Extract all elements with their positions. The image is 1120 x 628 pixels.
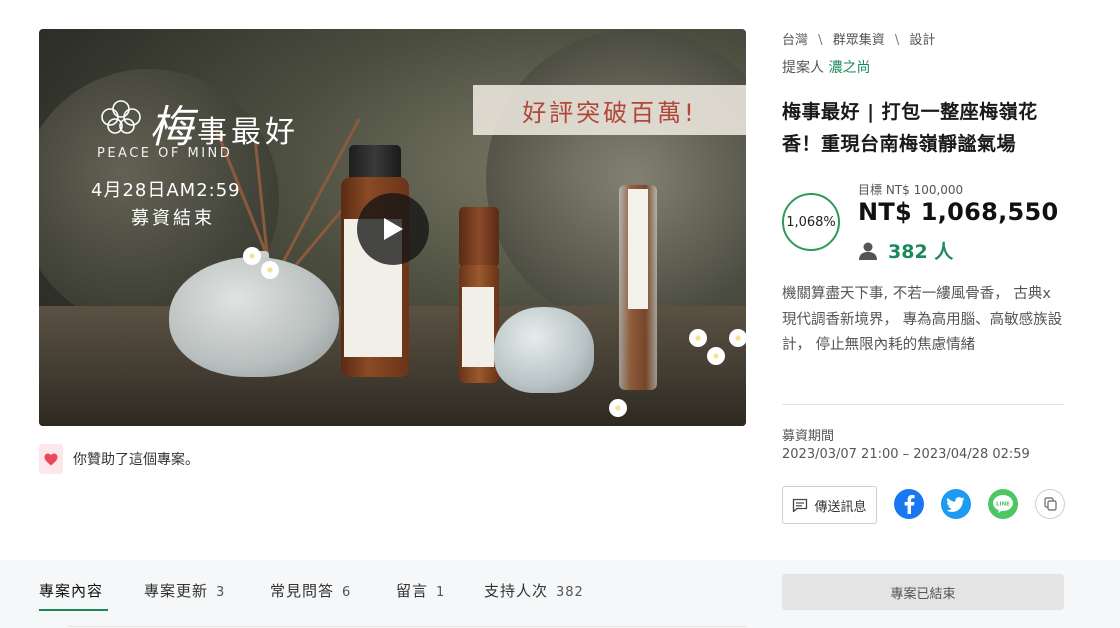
- tab-count: 1: [436, 585, 446, 600]
- plum-flower: [729, 329, 746, 347]
- project-video[interactable]: 梅事最好 PEACE OF MIND 4月28日AM2:59 募資結束 好評突破…: [39, 29, 746, 426]
- plum-flower: [609, 399, 627, 417]
- tab-project-updates[interactable]: 專案更新 3: [144, 580, 225, 601]
- progress-percent: 1,068%: [786, 214, 836, 230]
- backer-count-text: 382 人: [888, 241, 954, 263]
- funding-amount: NT$ 1,068,550: [858, 198, 1059, 226]
- backer-count: 382 人: [858, 237, 953, 264]
- message-icon: [793, 498, 808, 512]
- supported-text: 你贊助了這個專案。: [73, 452, 199, 468]
- funding-period-value: 2023/03/07 21:00 – 2023/04/28 02:59: [782, 447, 1030, 462]
- bottle-label: [462, 287, 494, 367]
- plum-flower: [243, 247, 261, 265]
- hero-end-date: 4月28日AM2:59: [91, 180, 241, 201]
- breadcrumb-item-country[interactable]: 台灣: [782, 33, 808, 48]
- tab-label: 專案內容: [39, 582, 104, 600]
- play-icon: [384, 218, 403, 240]
- breadcrumb-item-type[interactable]: 群眾集資: [833, 33, 885, 48]
- hero-banner: 好評突破百萬!: [473, 85, 746, 135]
- project-ended-button[interactable]: 專案已結束: [782, 574, 1064, 610]
- twitter-icon: [947, 496, 965, 512]
- plum-blossom-logo: [101, 100, 141, 134]
- tab-label: 支持人次: [484, 582, 549, 600]
- funding-goal: 目標 NT$ 100,000: [858, 183, 964, 197]
- proposer: 提案人 濃之尚: [782, 57, 870, 77]
- supported-notice: 你贊助了這個專案。: [39, 444, 199, 474]
- facebook-share-button[interactable]: [894, 489, 924, 519]
- content-divider: [68, 626, 746, 627]
- tube-label: [628, 189, 648, 309]
- funding-period-label: 募資期間: [782, 429, 835, 444]
- plum-flower: [261, 261, 279, 279]
- breadcrumb-item-category[interactable]: 設計: [909, 33, 935, 48]
- tab-count: 3: [216, 585, 226, 600]
- person-icon: [859, 242, 877, 260]
- tab-count: 6: [342, 585, 352, 600]
- hero-end-text: 募資結束: [131, 208, 215, 229]
- ceramic-jar: [494, 307, 594, 393]
- proposer-name-link[interactable]: 濃之尚: [828, 60, 870, 76]
- divider: [782, 404, 1064, 405]
- hero-subtitle: PEACE OF MIND: [97, 146, 233, 161]
- plum-flower: [707, 347, 725, 365]
- tab-backers[interactable]: 支持人次 382: [484, 580, 584, 601]
- line-icon: LINE: [993, 495, 1013, 513]
- facebook-icon: [904, 495, 915, 514]
- copy-icon: [1043, 497, 1057, 511]
- diffuser-vase: [169, 257, 339, 377]
- background-rock: [486, 29, 746, 329]
- tab-label: 留言: [396, 582, 429, 600]
- heart-badge: [39, 444, 63, 474]
- tab-label: 專案更新: [144, 582, 209, 600]
- breadcrumb-separator: \: [894, 33, 900, 48]
- tab-faq[interactable]: 常見問答 6: [270, 580, 351, 601]
- plum-flower: [689, 329, 707, 347]
- breadcrumb: 台灣 \ 群眾集資 \ 設計: [782, 29, 941, 48]
- project-description: 機關算盡天下事, 不若一縷風骨香， 古典x現代調香新境界， 專為高用腦、高敏感族…: [782, 286, 1063, 353]
- proposer-label: 提案人: [782, 60, 824, 76]
- play-button[interactable]: [357, 193, 429, 265]
- twitter-share-button[interactable]: [941, 489, 971, 519]
- send-message-button[interactable]: 傳送訊息: [782, 486, 877, 524]
- tab-count: 382: [556, 585, 584, 600]
- copy-link-button[interactable]: [1035, 489, 1065, 519]
- roller-cap: [459, 207, 499, 267]
- svg-text:LINE: LINE: [996, 502, 1010, 508]
- send-message-label: 傳送訊息: [814, 499, 867, 515]
- tab-comments[interactable]: 留言 1: [396, 580, 445, 601]
- project-title: 梅事最好 | 打包一整座梅嶺花香！重現台南梅嶺靜謐氣場: [782, 101, 1038, 155]
- active-tab-indicator: [39, 609, 108, 611]
- tab-label: 常見問答: [270, 582, 335, 600]
- heart-icon: [44, 453, 58, 465]
- breadcrumb-separator: \: [818, 33, 823, 48]
- line-share-button[interactable]: LINE: [988, 489, 1018, 519]
- tab-project-content[interactable]: 專案內容: [39, 580, 103, 601]
- progress-ring: 1,068%: [782, 193, 840, 251]
